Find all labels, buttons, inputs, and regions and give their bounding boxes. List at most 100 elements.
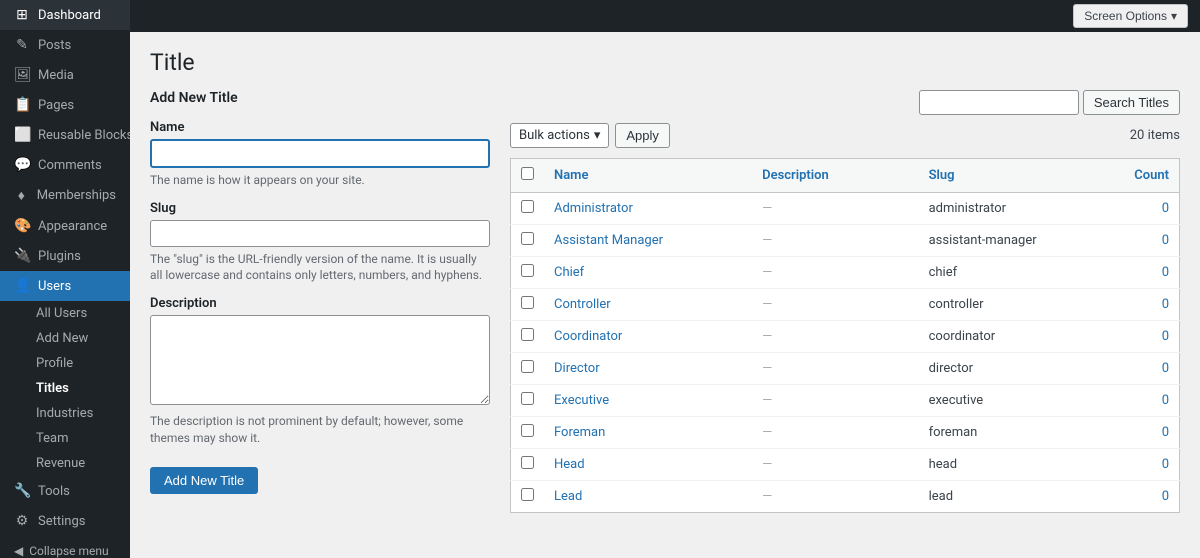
row-description-cell: — [752, 320, 918, 352]
submenu-profile[interactable]: Profile [0, 351, 130, 376]
slug-input[interactable] [150, 220, 490, 247]
row-checkbox-cell [511, 288, 545, 320]
media-icon: 🖼 [14, 67, 30, 83]
row-slug-cell: chief [919, 256, 1097, 288]
sidebar: ⊞ Dashboard ✎ Posts 🖼 Media 📋 Pages ⬜ Re… [0, 0, 130, 558]
sidebar-item-plugins[interactable]: 🔌 Plugins [0, 241, 130, 271]
submenu-add-new[interactable]: Add New [0, 326, 130, 351]
apply-button[interactable]: Apply [615, 123, 670, 148]
page-title: Title [150, 48, 195, 78]
screen-options-label: Screen Options [1084, 9, 1167, 23]
row-name-link[interactable]: Head [554, 457, 585, 472]
row-name-cell: Administrator [544, 192, 752, 224]
name-input[interactable] [150, 139, 490, 168]
row-description-cell: — [752, 224, 918, 256]
row-name-link[interactable]: Controller [554, 297, 611, 312]
bulk-chevron-icon: ▾ [594, 128, 601, 143]
sidebar-item-settings[interactable]: ⚙ Settings [0, 506, 130, 536]
description-label: Description [150, 296, 490, 311]
sidebar-item-reusable-blocks[interactable]: ⬜ Reusable Blocks [0, 120, 130, 150]
description-field-container: Description The description is not promi… [150, 296, 490, 447]
screen-options-button[interactable]: Screen Options ▾ [1073, 4, 1188, 28]
add-new-title-button[interactable]: Add New Title [150, 467, 258, 494]
sidebar-item-memberships[interactable]: ♦ Memberships [0, 180, 130, 211]
row-slug-cell: administrator [919, 192, 1097, 224]
sidebar-item-media[interactable]: 🖼 Media [0, 60, 130, 90]
row-description-cell: — [752, 416, 918, 448]
toolbar-left: Bulk actions ▾ Apply [510, 123, 670, 148]
row-checkbox[interactable] [521, 392, 534, 405]
sidebar-item-pages[interactable]: 📋 Pages [0, 90, 130, 120]
row-name-link[interactable]: Coordinator [554, 329, 622, 344]
slug-field-container: Slug The "slug" is the URL-friendly vers… [150, 201, 490, 285]
table-description-header[interactable]: Description [752, 158, 918, 192]
sidebar-item-comments[interactable]: 💬 Comments [0, 150, 130, 180]
row-checkbox[interactable] [521, 200, 534, 213]
row-slug-cell: coordinator [919, 320, 1097, 352]
sidebar-item-label: Media [38, 68, 74, 83]
sidebar-item-label: Dashboard [38, 8, 101, 23]
row-slug-cell: assistant-manager [919, 224, 1097, 256]
sidebar-item-label: Pages [38, 98, 74, 113]
submenu-revenue[interactable]: Revenue [0, 451, 130, 476]
posts-icon: ✎ [14, 37, 30, 53]
row-checkbox[interactable] [521, 328, 534, 341]
sidebar-item-label: Appearance [38, 219, 107, 234]
sidebar-item-appearance[interactable]: 🎨 Appearance [0, 211, 130, 241]
row-name-link[interactable]: Chief [554, 265, 584, 280]
row-name-link[interactable]: Executive [554, 393, 609, 408]
check-all-checkbox[interactable] [521, 167, 534, 180]
row-name-link[interactable]: Administrator [554, 201, 633, 216]
slug-label: Slug [150, 201, 490, 216]
sidebar-item-label: Reusable Blocks [38, 128, 130, 143]
submenu-titles[interactable]: Titles [0, 376, 130, 401]
row-description-cell: — [752, 352, 918, 384]
collapse-icon: ◀ [14, 544, 23, 558]
sidebar-item-tools[interactable]: 🔧 Tools [0, 476, 130, 506]
row-checkbox[interactable] [521, 488, 534, 501]
row-checkbox[interactable] [521, 264, 534, 277]
row-name-link[interactable]: Lead [554, 489, 582, 504]
row-name-cell: Executive [544, 384, 752, 416]
table-row: Foreman — foreman 0 [511, 416, 1180, 448]
row-checkbox-cell [511, 352, 545, 384]
sidebar-item-posts[interactable]: ✎ Posts [0, 30, 130, 60]
name-label: Name [150, 120, 490, 135]
users-submenu: All Users Add New Profile Titles Industr… [0, 301, 130, 476]
sidebar-item-users[interactable]: 👤 Users [0, 271, 130, 301]
row-count-cell: 0 [1096, 480, 1179, 512]
row-name-link[interactable]: Foreman [554, 425, 605, 440]
row-checkbox-cell [511, 224, 545, 256]
row-name-link[interactable]: Assistant Manager [554, 233, 663, 248]
row-slug-cell: lead [919, 480, 1097, 512]
dashboard-icon: ⊞ [14, 7, 30, 23]
search-button[interactable]: Search Titles [1083, 90, 1180, 115]
table-row: Controller — controller 0 [511, 288, 1180, 320]
table-count-header[interactable]: Count [1096, 158, 1179, 192]
users-icon: 👤 [14, 278, 30, 294]
titles-table: Name Description Slug Count Administrato… [510, 158, 1180, 513]
search-input[interactable] [919, 90, 1079, 115]
submenu-industries[interactable]: Industries [0, 401, 130, 426]
collapse-menu[interactable]: ◀ Collapse menu [0, 536, 130, 558]
sidebar-item-dashboard[interactable]: ⊞ Dashboard [0, 0, 130, 30]
row-checkbox[interactable] [521, 232, 534, 245]
submenu-all-users[interactable]: All Users [0, 301, 130, 326]
row-name-link[interactable]: Director [554, 361, 600, 376]
row-checkbox[interactable] [521, 456, 534, 469]
row-count-cell: 0 [1096, 192, 1179, 224]
submenu-team[interactable]: Team [0, 426, 130, 451]
row-description-cell: — [752, 288, 918, 320]
row-checkbox[interactable] [521, 360, 534, 373]
row-checkbox[interactable] [521, 424, 534, 437]
description-textarea[interactable] [150, 315, 490, 405]
table-name-header[interactable]: Name [544, 158, 752, 192]
row-count-cell: 0 [1096, 320, 1179, 352]
memberships-icon: ♦ [14, 187, 29, 204]
bulk-actions-select[interactable]: Bulk actions ▾ [510, 123, 609, 148]
row-description-cell: — [752, 448, 918, 480]
table-slug-header[interactable]: Slug [919, 158, 1097, 192]
row-checkbox[interactable] [521, 296, 534, 309]
form-heading: Add New Title [150, 90, 490, 106]
row-slug-cell: head [919, 448, 1097, 480]
